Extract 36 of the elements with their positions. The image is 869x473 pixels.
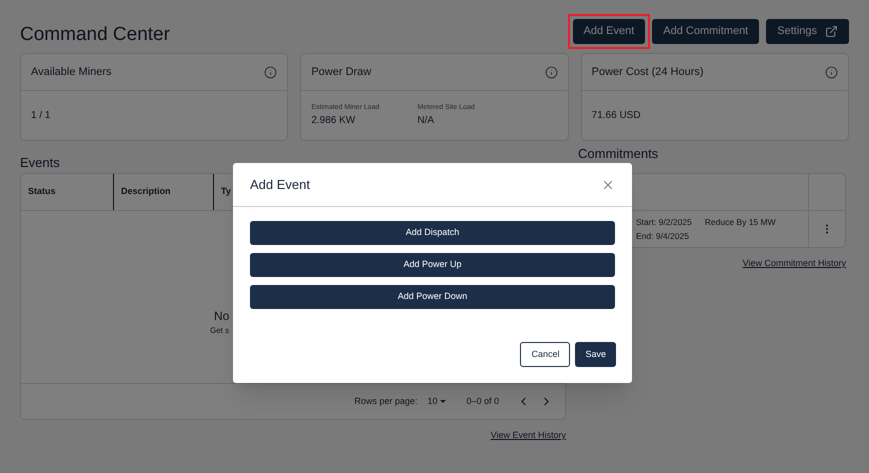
rows-per-page-select[interactable]: 10 xyxy=(427,394,446,408)
action-button[interactable]: Add Event xyxy=(572,18,646,44)
section-title: Commitments xyxy=(578,147,660,161)
section-title: Events xyxy=(20,154,61,172)
column-header: Status xyxy=(28,185,56,198)
event-type-button[interactable]: Add Power Up xyxy=(250,253,615,277)
column-header: Ty xyxy=(221,185,231,198)
event-type-button[interactable]: Add Power Down xyxy=(250,285,615,309)
card-title: Power Cost (24 Hours) xyxy=(592,64,704,80)
action-button[interactable]: Settings xyxy=(766,18,849,44)
history-link[interactable]: View Commitment History xyxy=(742,257,846,270)
page-range: 0–0 of 0 xyxy=(466,394,499,408)
dialog-title: Add Event xyxy=(250,176,310,194)
column-header: Description xyxy=(121,185,171,198)
action-button[interactable]: Add Commitment xyxy=(652,18,760,44)
empty-text: Get s xyxy=(210,325,230,337)
metric-value: 1 / 1 xyxy=(31,109,50,123)
empty-title: No xyxy=(214,308,230,325)
rows-per-page-label: Rows per page: xyxy=(354,394,418,408)
metric-value: N/A xyxy=(417,114,436,128)
info-icon xyxy=(825,66,838,78)
info-icon xyxy=(264,66,278,78)
card-title: Available Miners xyxy=(31,64,112,80)
info-icon xyxy=(544,66,558,78)
start-date: Start: 9/2/2025 xyxy=(636,216,692,229)
cancel-button[interactable]: Cancel xyxy=(520,342,570,367)
page-title: Command Center xyxy=(20,22,170,47)
history-link[interactable]: View Event History xyxy=(490,429,566,442)
metric-value: 71.66 USD xyxy=(592,109,641,123)
metric-value: 2.986 KW xyxy=(311,114,356,128)
end-date: End: 9/4/2025 xyxy=(636,230,690,243)
save-button[interactable]: Save xyxy=(575,342,616,367)
card-title: Power Draw xyxy=(311,64,372,80)
commitment-amount: Reduce By 15 MW xyxy=(704,216,776,229)
external-link-icon xyxy=(825,24,838,38)
event-type-button[interactable]: Add Dispatch xyxy=(250,221,615,245)
